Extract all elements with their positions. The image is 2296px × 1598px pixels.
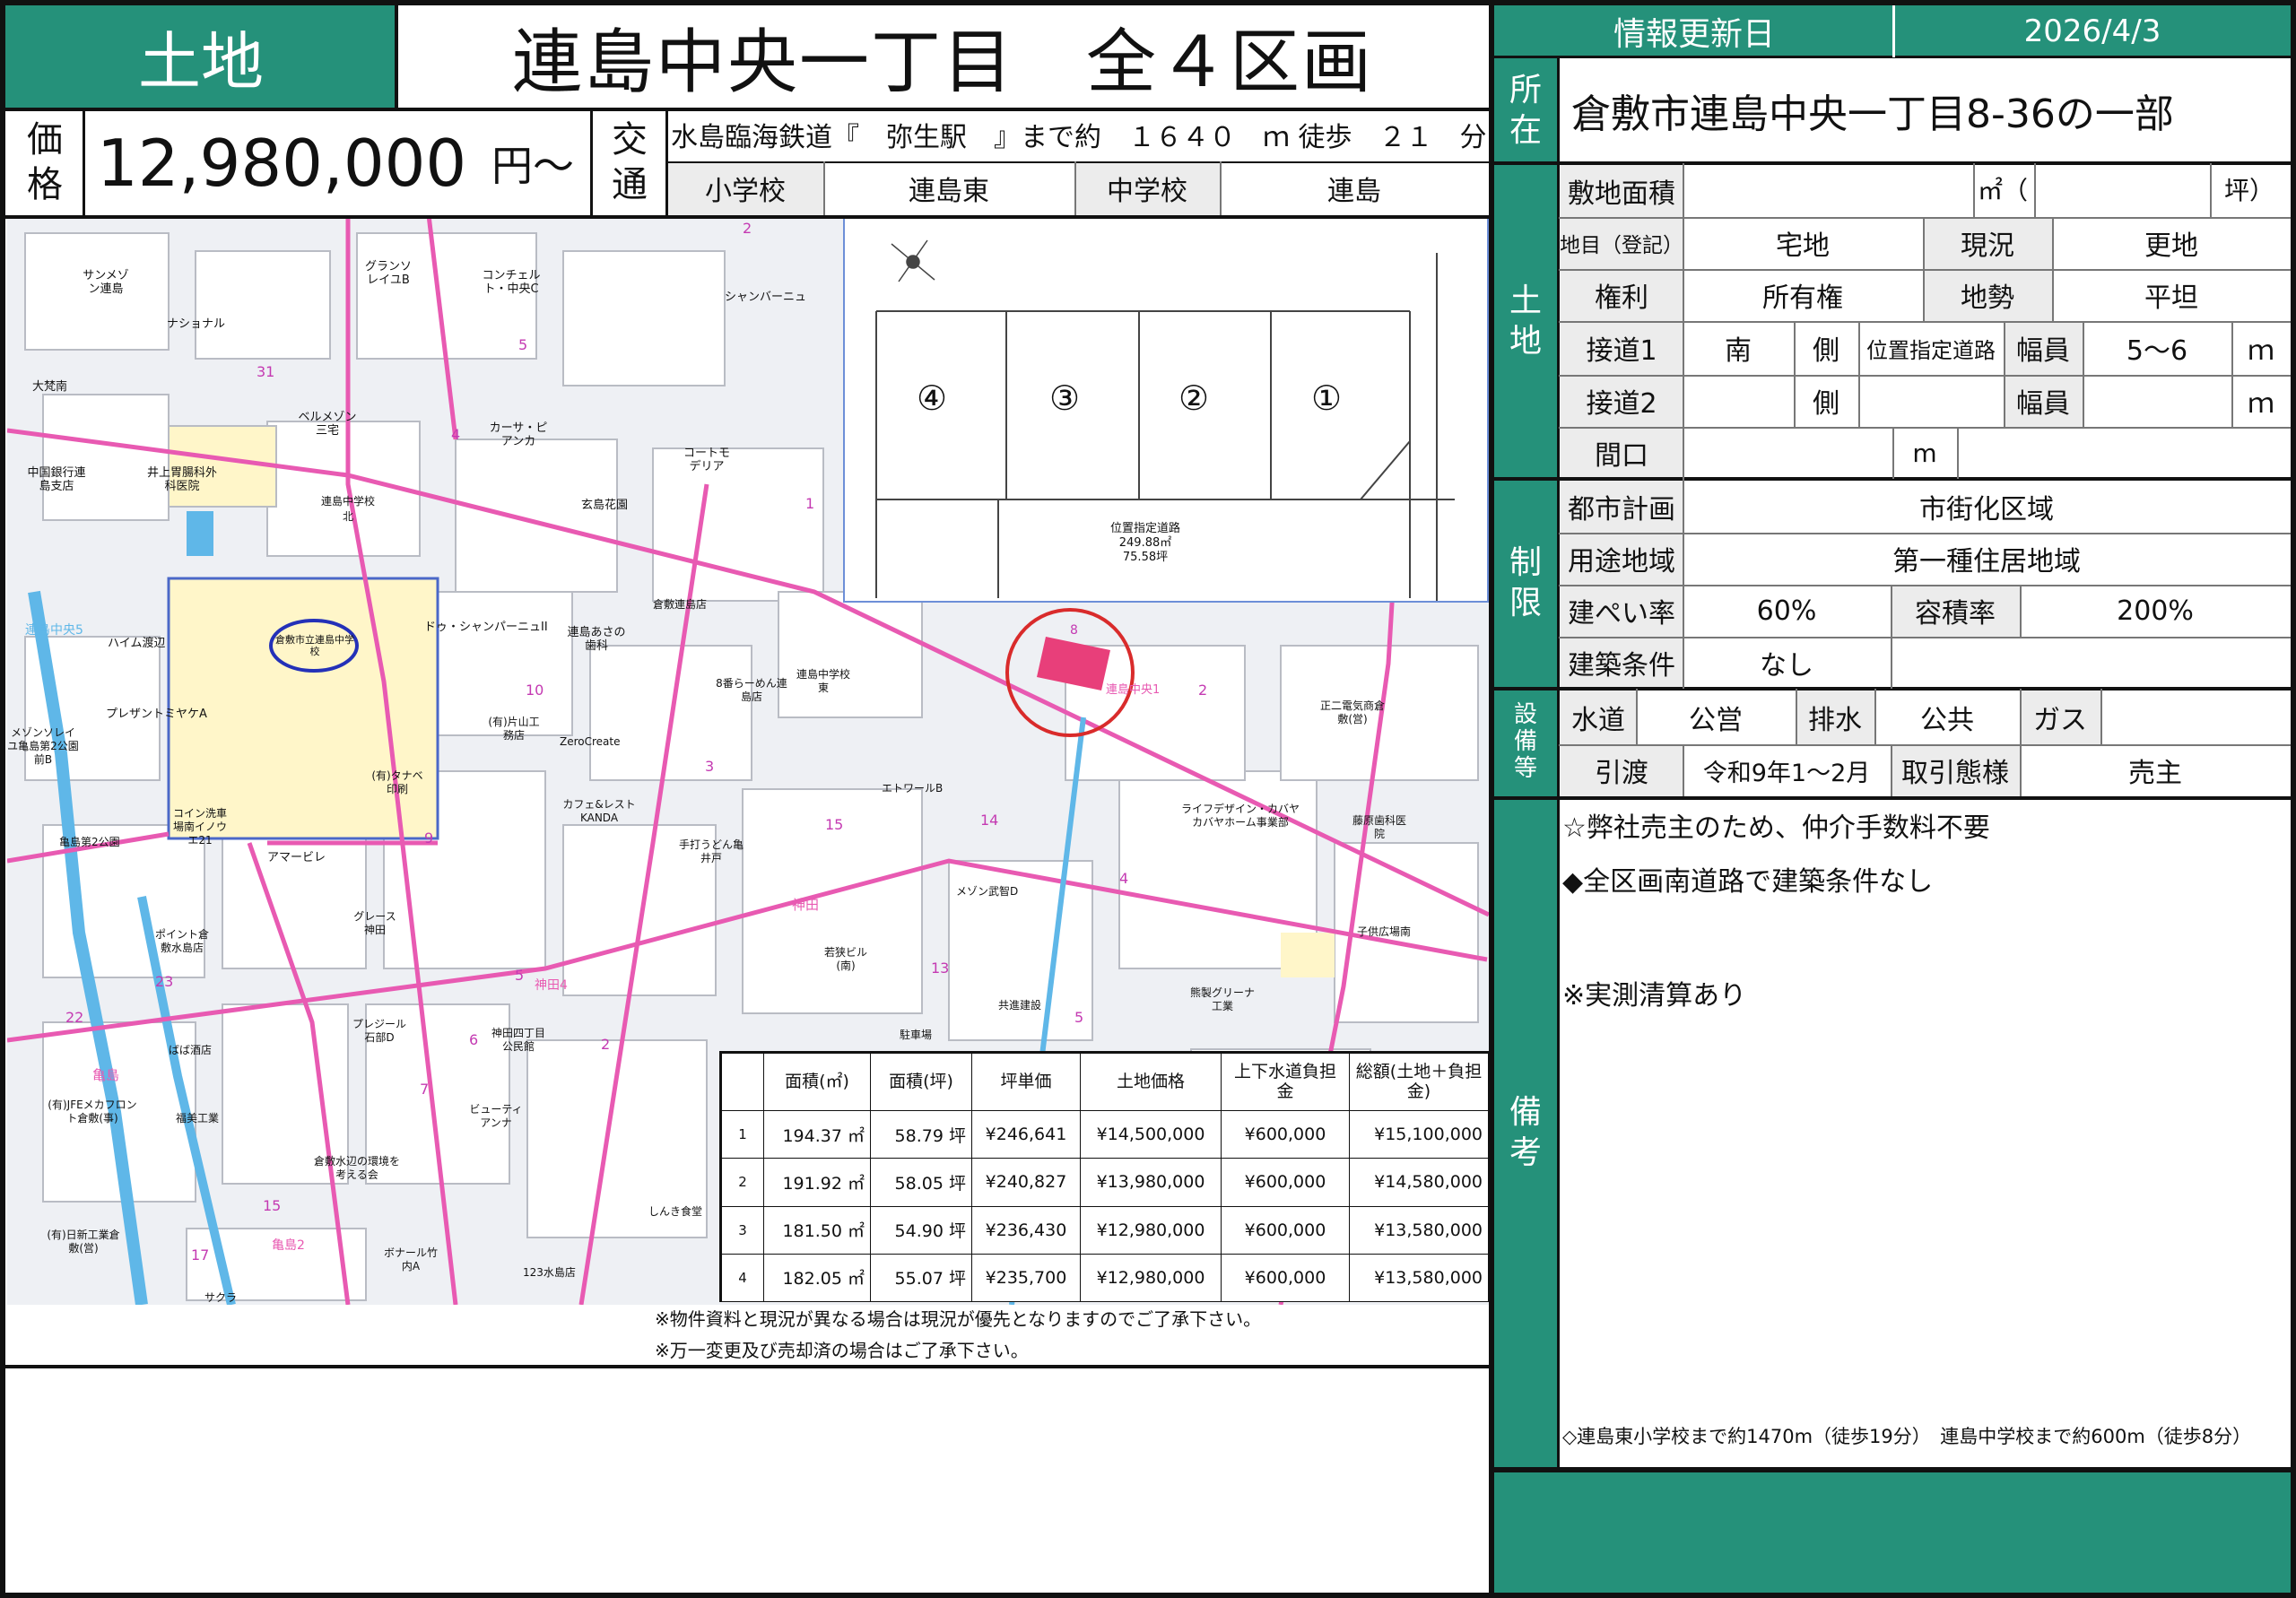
page-frame [0,0,2296,1598]
